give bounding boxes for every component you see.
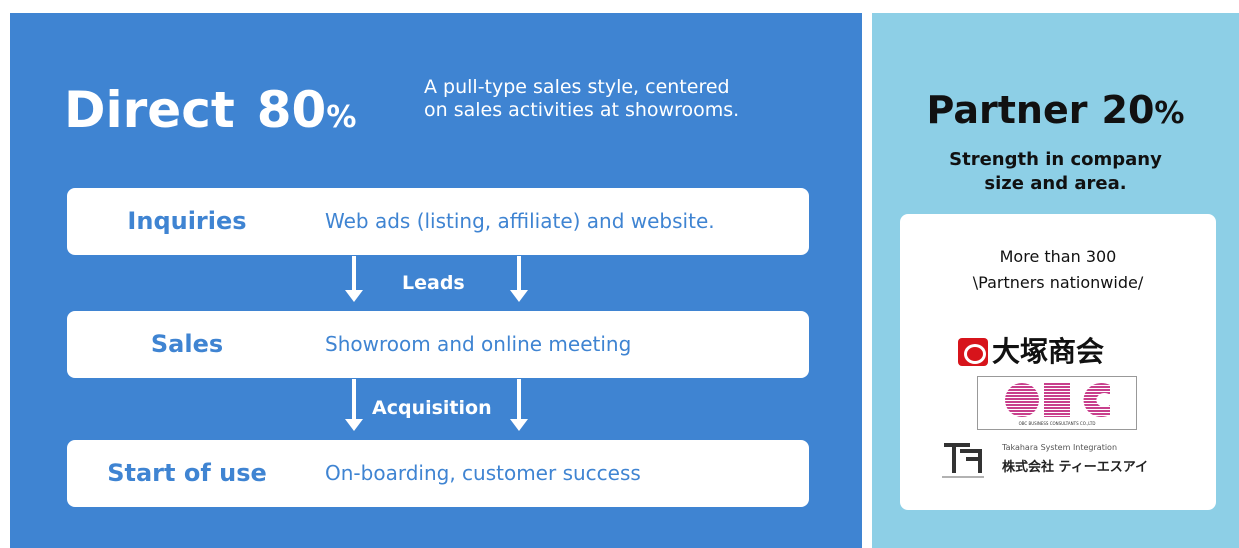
- direct-percent-sign: %: [326, 100, 357, 135]
- flow-arrow-right-1: [510, 256, 528, 302]
- flow-arrow-left-1: [345, 256, 363, 302]
- direct-description-line2: on sales activities at showrooms.: [424, 99, 740, 121]
- step-detail: On-boarding, customer success: [325, 461, 641, 485]
- step-detail: Web ads (listing, affiliate) and website…: [325, 209, 715, 233]
- partner-percent-sign: %: [1154, 96, 1185, 131]
- direct-percent: 80: [256, 81, 327, 139]
- partner-title: Partner 20%: [872, 91, 1239, 129]
- direct-panel: Direct 80% A pull-type sales style, cente…: [10, 13, 862, 548]
- partner-description: Strength in company size and area.: [872, 148, 1239, 196]
- direct-label: Direct: [64, 81, 235, 139]
- step-name: Start of use: [107, 459, 267, 487]
- partner-description-line1: Strength in company: [949, 149, 1162, 170]
- flow-label-leads: Leads: [402, 272, 465, 294]
- otsuka-mark-icon: [958, 338, 988, 366]
- step-name: Sales: [150, 330, 224, 358]
- partner-percent: 20: [1101, 88, 1155, 132]
- flow-arrow-left-2: [345, 379, 363, 431]
- direct-description-line1: A pull-type sales style, centered: [424, 76, 730, 98]
- tsi-japanese-name: 株式会社 ティーエスアイ: [1002, 460, 1149, 475]
- partner-label: Partner: [926, 88, 1088, 132]
- step-sales: Sales Showroom and online meeting: [67, 311, 809, 378]
- direct-description: A pull-type sales style, centered on sal…: [424, 76, 824, 122]
- partner-description-line2: size and area.: [984, 173, 1127, 194]
- direct-title: Direct 80%: [64, 85, 356, 135]
- partners-card: More than 300 \Partners nationwide/ 大塚商会…: [900, 214, 1216, 510]
- obc-logo: OBC BUSINESS CONSULTANTS CO.,LTD: [977, 376, 1137, 430]
- partners-nationwide-line: \Partners nationwide/: [972, 273, 1144, 292]
- flow-arrow-right-2: [510, 379, 528, 431]
- step-start-of-use: Start of use On-boarding, customer succe…: [67, 440, 809, 507]
- tsi-mark-icon: [942, 443, 984, 478]
- step-name: Inquiries: [127, 207, 247, 235]
- tsi-english-name: Takahara System Integration: [1002, 443, 1118, 452]
- step-detail: Showroom and online meeting: [325, 332, 632, 356]
- flow-label-acquisition: Acquisition: [372, 397, 492, 419]
- partner-panel: Partner 20% Strength in company size and …: [872, 13, 1239, 548]
- step-inquiries: Inquiries Web ads (listing, affiliate) a…: [67, 188, 809, 255]
- tsi-logo: Takahara System Integration 株式会社 ティーエスアイ: [940, 439, 1180, 483]
- otsuka-logo-text: 大塚商会: [992, 335, 1105, 368]
- obc-logo-graphic: OBC BUSINESS CONSULTANTS CO.,LTD: [1005, 383, 1110, 426]
- partners-count-line: More than 300: [999, 247, 1117, 266]
- otsuka-logo: 大塚商会: [958, 335, 1158, 369]
- obc-caption: OBC BUSINESS CONSULTANTS CO.,LTD: [1019, 421, 1096, 426]
